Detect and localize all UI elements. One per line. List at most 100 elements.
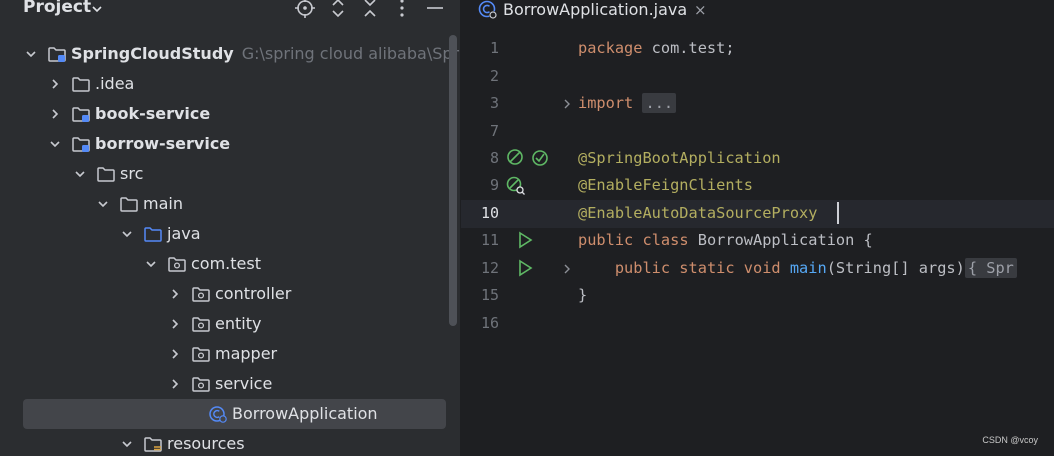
tree-item[interactable]: SpringCloudStudy G:\spring cloud alibaba\… [0,39,460,69]
expand-all-icon[interactable] [328,0,348,19]
tree-item-label: mapper [215,344,278,363]
spring-bean-icon[interactable] [506,148,526,168]
tree-item[interactable]: book-service [0,99,460,129]
code-line-9: @EnableFeignClients [578,176,753,194]
watermark: CSDN @vcoy [982,435,1038,445]
chevron-right-icon[interactable] [168,377,182,391]
code-line-11: public class BorrowApplication { [578,231,873,249]
tree-item-label: java [167,224,201,243]
tree-item[interactable]: mapper [0,339,460,369]
chevron-down-icon[interactable] [120,227,134,241]
tab-label: BorrowApplication.java [503,0,688,19]
code-text: com.test; [642,39,735,57]
folder-icon [120,197,138,212]
project-panel: Project SpringCloudStudy G:\spring cloud … [0,0,460,456]
tab-close-button[interactable]: × [694,1,707,19]
tree-item[interactable]: borrow-service [0,129,460,159]
keyword: public static void [614,259,781,277]
chevron-down-icon[interactable] [96,197,110,211]
chevron-right-icon[interactable] [48,77,62,91]
chevron-down-icon[interactable] [144,257,158,271]
spring-config-icon[interactable] [530,148,550,168]
keyword: import [578,94,634,112]
folded-method-body[interactable]: { Spr [964,258,1017,278]
run-icon[interactable] [516,231,534,249]
package-icon [192,347,210,362]
chevron-down-icon[interactable] [73,167,87,181]
more-options-icon[interactable] [392,0,412,19]
line-number: 1 [489,39,499,57]
fold-chevron-icon[interactable] [561,262,573,276]
line-number: 10 [480,204,499,222]
tab-borrow-application[interactable]: BorrowApplication.java × [461,0,716,34]
code-text: (String[] args) [826,259,965,277]
package-icon [192,377,210,392]
line-number: 12 [480,259,499,277]
minimize-icon[interactable] [425,0,445,19]
line-number: 3 [489,94,499,112]
chevron-right-icon[interactable] [168,347,182,361]
spring-class-icon [478,0,497,19]
scrollbar[interactable] [449,35,457,326]
tree-item-label: entity [215,314,262,333]
tree-item-label: resources [167,434,245,453]
keyword: public [578,231,634,249]
tree-item[interactable]: src [0,159,460,189]
package-icon [192,287,210,302]
fold-chevron-icon[interactable] [561,97,573,111]
line-number: 16 [480,314,499,332]
spring-bean-search-icon[interactable] [506,176,526,196]
source-folder-icon [144,227,162,242]
code-line-1: package com.test; [578,39,735,57]
module-folder-icon [72,137,90,152]
tree-item-label: com.test [191,254,261,273]
tree-item[interactable]: BorrowApplication [0,399,460,429]
chevron-down-icon[interactable] [48,137,62,151]
tree-item[interactable]: entity [0,309,460,339]
tree-item[interactable]: com.test [0,249,460,279]
panel-header: Project [0,0,460,22]
tree-item-label: book-service [95,104,211,123]
locate-icon[interactable] [295,0,315,19]
collapse-all-icon[interactable] [360,0,380,19]
tree-item-label: SpringCloudStudy G:\spring cloud alibaba\… [71,44,460,63]
run-icon[interactable] [516,259,534,277]
tree-item-label: BorrowApplication [232,404,378,423]
line-number: 2 [489,67,499,85]
line-number: 15 [480,286,499,304]
method-name: main [789,259,827,277]
tree-item[interactable]: controller [0,279,460,309]
folded-imports[interactable]: ... [642,93,677,113]
line-number: 11 [480,231,499,249]
code-line-3: import ... [578,93,677,113]
module-folder-icon [72,107,90,122]
resources-folder-icon [144,437,162,452]
chevron-right-icon[interactable] [168,317,182,331]
text-caret [837,202,839,224]
folder-icon [97,167,115,182]
package-icon [168,257,186,272]
module-folder-icon [48,47,66,62]
tree-item[interactable]: java [0,219,460,249]
tree-item[interactable]: service [0,369,460,399]
line-number: 9 [489,176,499,194]
code-text: BorrowApplication { [688,231,873,249]
code-line-12: public static void main(String[] args){ … [578,258,1017,278]
chevron-right-icon[interactable] [48,107,62,121]
project-path-hint: G:\spring cloud alibaba\Sprin [241,44,460,63]
tree-item[interactable]: resources [0,429,460,456]
chevron-right-icon[interactable] [168,287,182,301]
package-icon [192,317,210,332]
tree-item[interactable]: .idea [0,69,460,99]
chevron-down-icon[interactable] [120,437,134,451]
code-editor[interactable]: BorrowApplication.java × 1 2 3 7 8 9 10 11 12 15 1… [461,0,1054,456]
panel-title[interactable]: Project [23,0,91,17]
tree-item-label: src [120,164,144,183]
line-number: 7 [489,122,499,140]
line-number: 8 [489,149,499,167]
chevron-down-icon[interactable] [24,47,38,61]
code-line-8: @SpringBootApplication [578,149,781,167]
folder-icon [72,77,90,92]
chevron-down-icon[interactable] [90,2,104,16]
tree-item[interactable]: main [0,189,460,219]
